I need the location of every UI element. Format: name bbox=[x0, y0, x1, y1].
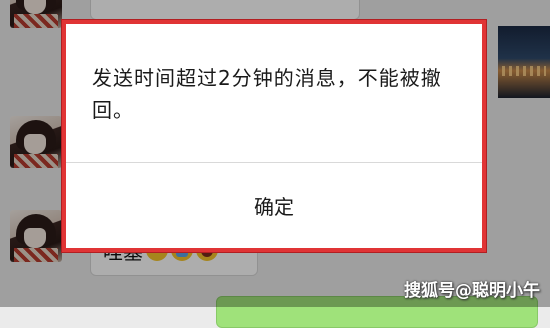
recall-failed-dialog: 发送时间超过2分钟的消息，不能被撤回。 确定 bbox=[62, 20, 486, 252]
dialog-message: 发送时间超过2分钟的消息，不能被撤回。 bbox=[92, 66, 442, 122]
confirm-button[interactable]: 确定 bbox=[66, 163, 482, 248]
watermark-text: 搜狐号@聪明小午 bbox=[404, 281, 540, 301]
